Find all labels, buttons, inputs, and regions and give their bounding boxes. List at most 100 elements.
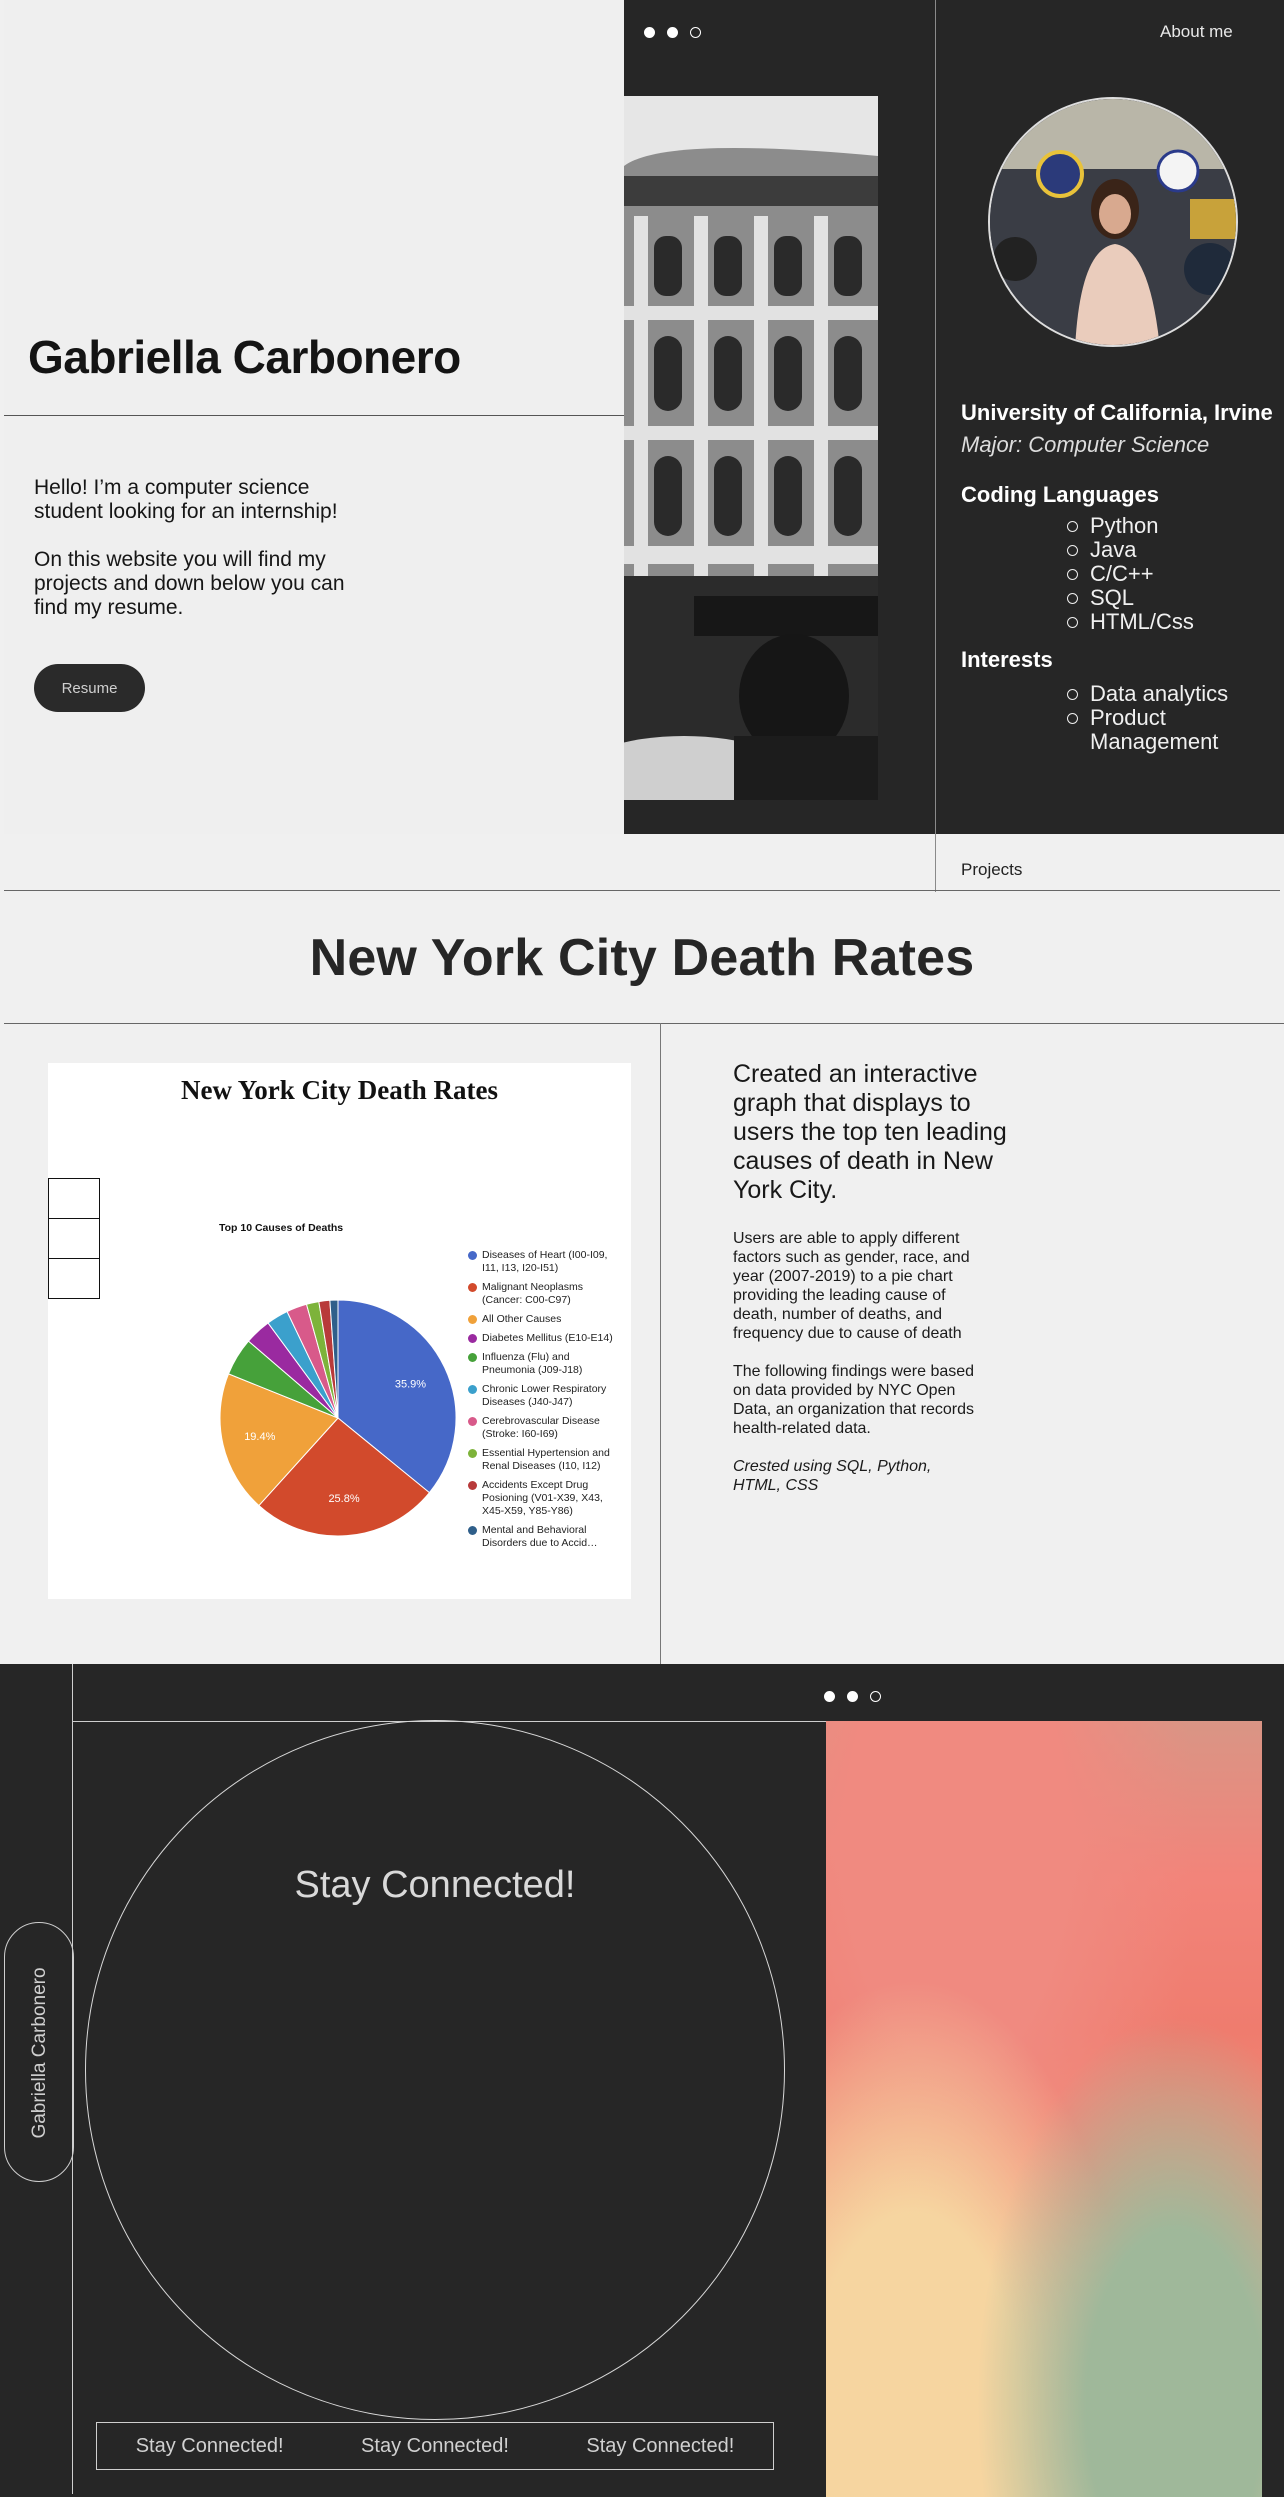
nav-projects[interactable]: Projects bbox=[961, 860, 1022, 880]
legend-item[interactable]: Accidents Except Drug Posioning (V01-X39… bbox=[468, 1479, 618, 1518]
chart-subtitle: Top 10 Causes of Deaths bbox=[219, 1222, 344, 1234]
legend-label: Cerebrovascular Disease (Stroke: I60-I69… bbox=[482, 1415, 600, 1440]
legend-swatch bbox=[468, 1353, 477, 1362]
chart-title: New York City Death Rates bbox=[181, 1075, 498, 1105]
legend-swatch bbox=[468, 1283, 477, 1292]
avatar-photo bbox=[990, 99, 1236, 345]
legend-label: Accidents Except Drug Posioning (V01-X39… bbox=[482, 1479, 603, 1517]
legend-label: All Other Causes bbox=[482, 1313, 562, 1325]
carousel-dots[interactable] bbox=[644, 27, 701, 38]
legend-label: Influenza (Flu) and Pneumonia (J09-J18) bbox=[482, 1351, 583, 1376]
legend-label: Malignant Neoplasms (Cancer: C00-C97) bbox=[482, 1281, 583, 1306]
dot-filled-icon[interactable] bbox=[667, 27, 678, 38]
list-item-label: Python bbox=[1090, 513, 1159, 538]
languages-heading: Coding Languages bbox=[961, 482, 1159, 507]
legend-item[interactable]: Cerebrovascular Disease (Stroke: I60-I69… bbox=[468, 1415, 618, 1441]
bullet-icon bbox=[1067, 545, 1078, 556]
list-item-label: HTML/Css bbox=[1090, 609, 1194, 634]
legend-swatch bbox=[468, 1417, 477, 1426]
stay-connected-link[interactable]: Stay Connected! bbox=[361, 2435, 509, 2458]
legend-item[interactable]: Diabetes Mellitus (E10-E14) bbox=[468, 1332, 618, 1345]
filter-control[interactable] bbox=[48, 1178, 100, 1219]
legend-swatch bbox=[468, 1251, 477, 1260]
chart-card[interactable]: New York City Death Rates Top 10 Causes … bbox=[48, 1063, 631, 1599]
list-item: Product Management bbox=[1067, 706, 1247, 754]
pie-slice-label: 19.4% bbox=[244, 1431, 275, 1443]
legend-item[interactable]: Essential Hypertension and Renal Disease… bbox=[468, 1447, 618, 1473]
bullet-icon bbox=[1067, 689, 1078, 700]
pie-slice-label: 35.9% bbox=[395, 1379, 426, 1391]
project-description: Users are able to apply different factor… bbox=[733, 1229, 983, 1514]
divider-horizontal bbox=[4, 890, 1280, 891]
stay-connected-link[interactable]: Stay Connected! bbox=[136, 2435, 284, 2458]
decorative-circle bbox=[85, 1720, 785, 2420]
bullet-icon bbox=[1067, 713, 1078, 724]
intro-paragraph: On this website you will find my project… bbox=[34, 548, 345, 619]
gradient-image bbox=[826, 1721, 1262, 2497]
dot-empty-icon[interactable] bbox=[870, 1691, 881, 1702]
legend-label: Diabetes Mellitus (E10-E14) bbox=[482, 1332, 613, 1344]
description-paragraph: Users are able to apply different factor… bbox=[733, 1230, 970, 1342]
major-text: Major: Computer Science bbox=[961, 432, 1210, 457]
project-headline: Created an interactive graph that displa… bbox=[733, 1060, 1007, 1204]
side-name-label: Gabriella Carbonero bbox=[29, 1967, 50, 2139]
nav-about-me[interactable]: About me bbox=[1160, 22, 1233, 42]
languages-list: Python Java C/C++ SQL HTML/Css bbox=[1067, 514, 1194, 634]
legend-swatch bbox=[468, 1315, 477, 1324]
legend-swatch bbox=[468, 1526, 477, 1535]
legend-swatch bbox=[468, 1385, 477, 1394]
filter-control[interactable] bbox=[48, 1258, 100, 1299]
list-item-label: C/C++ bbox=[1090, 561, 1154, 586]
dot-empty-icon[interactable] bbox=[690, 27, 701, 38]
list-item: HTML/Css bbox=[1067, 610, 1194, 634]
list-item: Java bbox=[1067, 538, 1194, 562]
list-item-label: SQL bbox=[1090, 585, 1135, 610]
legend-swatch bbox=[468, 1449, 477, 1458]
divider-horizontal bbox=[4, 415, 624, 416]
building-illustration bbox=[624, 96, 878, 800]
legend-swatch bbox=[468, 1481, 477, 1490]
building-photo bbox=[624, 96, 878, 800]
legend-item[interactable]: Chronic Lower Respiratory Diseases (J40-… bbox=[468, 1383, 618, 1409]
project-credits: Crested using SQL, Python, HTML, CSS bbox=[733, 1458, 932, 1494]
description-paragraph: The following findings were based on dat… bbox=[733, 1363, 975, 1437]
chart-legend: Diseases of Heart (I00-I09, I11, I13, I2… bbox=[468, 1249, 618, 1556]
list-item: SQL bbox=[1067, 586, 1194, 610]
intro-paragraph: Hello! I’m a computer science student lo… bbox=[34, 476, 338, 523]
dot-filled-icon[interactable] bbox=[644, 27, 655, 38]
legend-item[interactable]: Diseases of Heart (I00-I09, I11, I13, I2… bbox=[468, 1249, 618, 1275]
bullet-icon bbox=[1067, 569, 1078, 580]
list-item-label: Java bbox=[1090, 537, 1137, 562]
legend-item[interactable]: Mental and Behavioral Disorders due to A… bbox=[468, 1524, 618, 1550]
interests-list: Data analytics Product Management bbox=[1067, 682, 1247, 754]
legend-item[interactable]: All Other Causes bbox=[468, 1313, 618, 1326]
stay-connected-bar[interactable]: Stay Connected! Stay Connected! Stay Con… bbox=[96, 2422, 774, 2470]
bullet-icon bbox=[1067, 521, 1078, 532]
filter-control[interactable] bbox=[48, 1218, 100, 1259]
legend-label: Diseases of Heart (I00-I09, I11, I13, I2… bbox=[482, 1249, 608, 1274]
stay-connected-heading: Stay Connected! bbox=[294, 1864, 576, 1906]
carousel-dots[interactable] bbox=[824, 1691, 881, 1702]
university-name: University of California, Irvine bbox=[961, 400, 1273, 425]
legend-item[interactable]: Influenza (Flu) and Pneumonia (J09-J18) bbox=[468, 1351, 618, 1377]
legend-item[interactable]: Malignant Neoplasms (Cancer: C00-C97) bbox=[468, 1281, 618, 1307]
interests-heading: Interests bbox=[961, 647, 1053, 672]
list-item: C/C++ bbox=[1067, 562, 1194, 586]
resume-button[interactable]: Resume bbox=[34, 664, 145, 712]
divider-vertical bbox=[935, 0, 936, 892]
dot-filled-icon[interactable] bbox=[847, 1691, 858, 1702]
divider-horizontal bbox=[4, 1023, 1284, 1024]
list-item: Python bbox=[1067, 514, 1194, 538]
divider-vertical bbox=[660, 1023, 661, 1664]
list-item: Data analytics bbox=[1067, 682, 1247, 706]
side-name-pill[interactable]: Gabriella Carbonero bbox=[4, 1922, 74, 2182]
bullet-icon bbox=[1067, 593, 1078, 604]
bullet-icon bbox=[1067, 617, 1078, 628]
page-title: Gabriella Carbonero bbox=[28, 331, 461, 383]
pie-chart[interactable]: 35.9% 25.8% 19.4% bbox=[218, 1298, 458, 1538]
stay-connected-link[interactable]: Stay Connected! bbox=[586, 2435, 734, 2458]
dot-filled-icon[interactable] bbox=[824, 1691, 835, 1702]
legend-swatch bbox=[468, 1334, 477, 1343]
intro-text: Hello! I’m a computer science student lo… bbox=[34, 476, 374, 644]
section-title: New York City Death Rates bbox=[309, 929, 975, 987]
